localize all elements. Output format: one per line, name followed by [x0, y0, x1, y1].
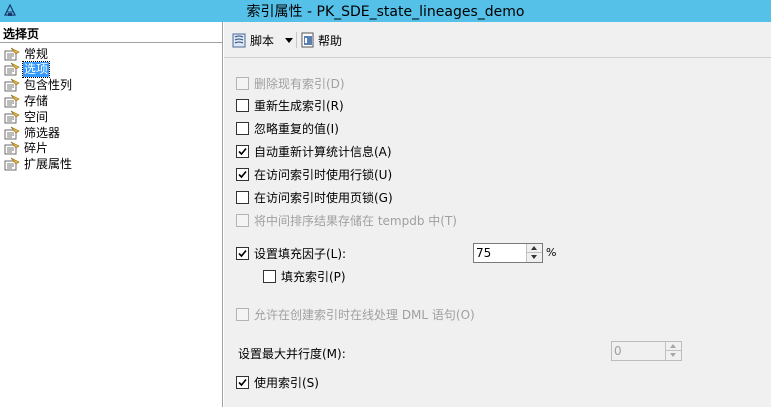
fill-factor-unit: %: [546, 246, 557, 259]
sidebar-item[interactable]: 空间: [3, 109, 49, 125]
option-label: 重新生成索引(R): [254, 98, 344, 113]
page-icon: [4, 110, 20, 124]
sidebar-item[interactable]: 扩展属性: [3, 156, 73, 172]
sidebar-item[interactable]: 碎片: [3, 140, 49, 156]
option-label: 使用索引(S): [254, 375, 319, 390]
page-icon: [4, 157, 20, 171]
script-icon: [232, 33, 246, 47]
option-checkbox[interactable]: 自动重新计算统计信息(A): [236, 143, 392, 159]
page-icon: [4, 47, 20, 61]
sidebar-item-label: 包含性列: [24, 77, 73, 92]
fill-factor-stepper[interactable]: 75: [473, 243, 543, 263]
checkbox[interactable]: [236, 307, 249, 321]
max-dop-stepper[interactable]: 0: [611, 341, 682, 361]
sidebar-item-label: 筛选器: [24, 125, 61, 140]
checkbox[interactable]: [236, 121, 249, 135]
help-button[interactable]: 帮助: [300, 31, 342, 49]
script-button[interactable]: 脚本: [230, 31, 274, 49]
page-selector-panel: 选择页 常规 选项 包含性列 存储 空间 筛选器 碎片 扩展属性: [0, 22, 223, 407]
checkmark-icon: [238, 378, 247, 386]
sidebar-item-label: 碎片: [24, 140, 49, 155]
option-label: 在访问索引时使用行锁(U): [254, 167, 393, 182]
option-label: 设置填充因子(L):: [254, 246, 347, 261]
option-checkbox[interactable]: 删除现有索引(D): [236, 75, 345, 91]
fill-factor-value[interactable]: 75: [476, 246, 491, 260]
help-icon: [301, 32, 314, 47]
sidebar-item[interactable]: 选项: [3, 60, 51, 78]
chevron-up-icon: [670, 344, 676, 348]
spin-up-button[interactable]: [666, 342, 681, 351]
divider: [0, 42, 222, 43]
checkbox[interactable]: [236, 76, 249, 90]
option-checkbox[interactable]: 将中间排序结果存储在 tempdb 中(T): [236, 212, 457, 228]
toolbar: 脚本 帮助: [224, 22, 771, 58]
page-selector-header: 选择页: [3, 27, 40, 41]
sidebar-item-label: 选项: [21, 60, 51, 78]
spin-down-button[interactable]: [666, 351, 681, 360]
option-checkbox[interactable]: 重新生成索引(R): [236, 97, 344, 113]
checkmark-icon: [238, 249, 247, 257]
title-bar: 索引属性 - PK_SDE_state_lineages_demo: [0, 0, 771, 22]
checkbox[interactable]: [236, 144, 249, 158]
spin-down-button[interactable]: [527, 253, 542, 262]
sidebar-item-label: 常规: [24, 46, 49, 61]
checkbox[interactable]: [236, 167, 249, 181]
sidebar-item[interactable]: 包含性列: [3, 77, 73, 93]
help-label: 帮助: [318, 33, 343, 48]
page-icon: [4, 126, 20, 140]
chevron-down-icon: [531, 255, 537, 259]
spin-up-button[interactable]: [527, 244, 542, 253]
option-label: 删除现有索引(D): [254, 76, 345, 91]
checkmark-icon: [238, 170, 247, 178]
checkbox[interactable]: [263, 269, 276, 283]
window-title: 索引属性 - PK_SDE_state_lineages_demo: [246, 4, 525, 20]
max-dop-value[interactable]: 0: [614, 344, 622, 358]
option-label: 在访问索引时使用页锁(G): [254, 190, 393, 205]
sidebar-item-label: 存储: [24, 93, 49, 108]
chevron-down-icon: [670, 353, 676, 357]
page-icon: [4, 141, 20, 155]
sidebar-item-label: 扩展属性: [24, 156, 73, 171]
checkbox[interactable]: [236, 213, 249, 227]
option-checkbox[interactable]: 允许在创建索引时在线处理 DML 语句(O): [236, 306, 475, 322]
sidebar-item-label: 空间: [24, 109, 49, 124]
option-label: 允许在创建索引时在线处理 DML 语句(O): [254, 307, 475, 322]
option-label: 填充索引(P): [281, 269, 346, 284]
max-dop-label: 设置最大并行度(M):: [238, 347, 346, 361]
sidebar-item[interactable]: 存储: [3, 93, 49, 109]
page-icon: [4, 62, 20, 76]
checkbox[interactable]: [236, 190, 249, 204]
checkbox[interactable]: [236, 375, 249, 389]
option-checkbox[interactable]: 忽略重复的值(I): [236, 120, 339, 136]
options-panel: 脚本 帮助 删除现有索引(D) 重新生成索引(R) 忽略重复的值(I) 自动重新计算统…: [224, 22, 771, 407]
option-checkbox[interactable]: 在访问索引时使用页锁(G): [236, 189, 393, 205]
option-checkbox[interactable]: 设置填充因子(L):: [236, 245, 346, 261]
checkbox[interactable]: [236, 246, 249, 260]
page-icon: [4, 78, 20, 92]
chevron-down-icon[interactable]: [285, 38, 293, 43]
option-checkbox[interactable]: 使用索引(S): [236, 374, 319, 390]
sidebar-item[interactable]: 筛选器: [3, 125, 61, 141]
option-label: 忽略重复的值(I): [254, 121, 339, 136]
option-checkbox[interactable]: 在访问索引时使用行锁(U): [236, 166, 392, 182]
sidebar-item[interactable]: 常规: [3, 46, 49, 62]
option-label: 自动重新计算统计信息(A): [254, 144, 392, 159]
option-label: 将中间排序结果存储在 tempdb 中(T): [254, 213, 457, 228]
page-icon: [4, 94, 20, 108]
script-label: 脚本: [250, 33, 275, 48]
toolbar-separator: [296, 32, 297, 48]
checkmark-icon: [238, 147, 247, 155]
chevron-up-icon: [531, 246, 537, 250]
option-checkbox[interactable]: 填充索引(P): [263, 268, 346, 284]
checkbox[interactable]: [236, 98, 249, 112]
